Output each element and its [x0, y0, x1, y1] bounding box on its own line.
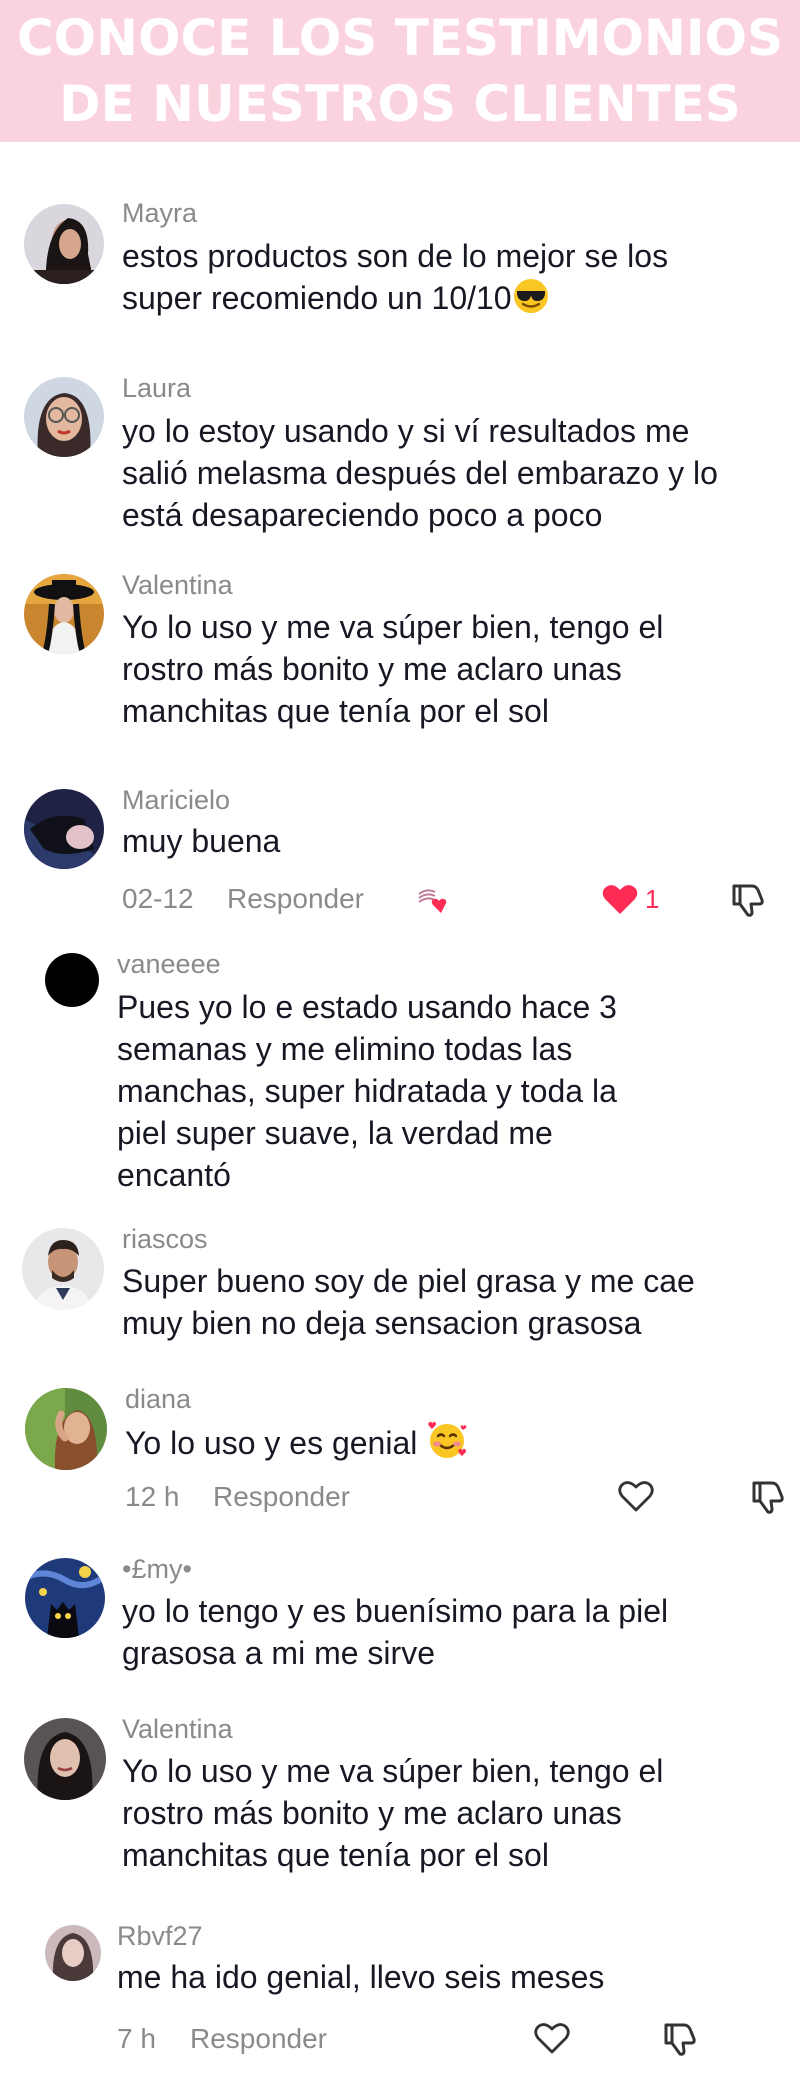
comment-text: muy buena [122, 820, 280, 862]
comment-line: manchas, super hidratada y toda la [117, 1073, 617, 1109]
comment-author[interactable]: Valentina [122, 1714, 233, 1745]
comment-line: manchitas que tenía por el sol [122, 693, 549, 729]
header-banner: CONOCE LOS TESTIMONIOS DE NUESTROS CLIEN… [0, 0, 800, 142]
comment-line: muy buena [122, 823, 281, 859]
comment-author[interactable]: Laura [122, 373, 191, 404]
comment-line: yo lo estoy usando y si ví resultados me [122, 413, 690, 449]
banner-title-line-1: CONOCE LOS TESTIMONIOS [16, 9, 783, 67]
avatar[interactable] [24, 204, 104, 284]
comment-time: 7 h [117, 2023, 156, 2054]
avatar[interactable] [24, 574, 104, 654]
comment-line: rostro más bonito y me aclaro unas [122, 651, 622, 687]
comment-text: me ha ido genial, llevo seis meses [117, 1956, 604, 1998]
reply-button[interactable]: Responder [227, 883, 364, 915]
dislike-icon[interactable] [750, 1479, 786, 1515]
comment-time: 02-12 [122, 883, 194, 914]
avatar[interactable] [45, 1925, 101, 1981]
banner-title-line-2: DE NUESTROS CLIENTES [59, 75, 741, 133]
comment-author[interactable]: vaneeee [117, 949, 221, 980]
avatar[interactable] [24, 377, 104, 457]
comment-author[interactable]: Mayra [122, 198, 197, 229]
comment-line: yo lo tengo y es buenísimo para la piel [122, 1593, 669, 1629]
comment-text: yo lo tengo y es buenísimo para la piel … [122, 1590, 668, 1674]
comment-line: Yo lo uso y me va súper bien, tengo el [122, 609, 664, 645]
comment-text: Yo lo uso y me va súper bien, tengo el r… [122, 606, 663, 732]
comment-line: Super bueno soy de piel grasa y me cae [122, 1263, 695, 1299]
testimonials-page: CONOCE LOS TESTIMONIOS DE NUESTROS CLIEN… [0, 0, 800, 2099]
comment-text: Yo lo uso y me va súper bien, tengo el r… [122, 1750, 663, 1876]
reply-button[interactable]: Responder [190, 2023, 327, 2055]
comment-author[interactable]: Valentina [122, 570, 233, 601]
comment-line: está desapareciendo poco a poco [122, 497, 603, 533]
comment-author[interactable]: •£my• [122, 1554, 192, 1585]
comment-author[interactable]: diana [125, 1384, 191, 1415]
avatar[interactable] [25, 1558, 105, 1638]
dislike-icon[interactable] [662, 2021, 698, 2057]
avatar[interactable] [24, 789, 104, 869]
comment-text: Super bueno soy de piel grasa y me cae m… [122, 1260, 695, 1344]
comment-author[interactable]: riascos [122, 1224, 208, 1255]
comment-text: estos productos son de lo mejor se los s… [122, 235, 668, 325]
like-heart-outline-icon[interactable] [533, 2021, 571, 2055]
comment-line: estos productos son de lo mejor se los [122, 238, 669, 274]
avatar[interactable] [24, 1718, 106, 1800]
like-count: 1 [645, 884, 660, 914]
comment-line: Yo lo uso y me va súper bien, tengo el [122, 1753, 664, 1789]
comment-line: salió melasma después del embarazo y lo [122, 455, 718, 491]
comment-text: Pues yo lo e estado usando hace 3 semana… [117, 986, 617, 1196]
comment-line: me ha ido genial, llevo seis meses [117, 1959, 605, 1995]
comment-line: semanas y me elimino todas las [117, 1031, 573, 1067]
comment-line: rostro más bonito y me aclaro unas [122, 1795, 622, 1831]
like-heart-filled-icon[interactable] [601, 882, 639, 916]
comment-text: yo lo estoy usando y si ví resultados me… [122, 410, 718, 536]
comment-author[interactable]: Rbvf27 [117, 1921, 203, 1952]
comment-text: Yo lo uso y es genial [125, 1420, 468, 1470]
comment-line: manchitas que tenía por el sol [122, 1837, 549, 1873]
comment-author[interactable]: Maricielo [122, 785, 230, 816]
smiling-face-with-hearts-emoji [426, 1420, 468, 1470]
comment-line-text: Yo lo uso y es genial [125, 1425, 418, 1461]
avatar[interactable] [25, 1388, 107, 1470]
creator-liked-sticker-icon [417, 886, 453, 916]
sunglasses-face-emoji [512, 277, 550, 325]
like-heart-outline-icon[interactable] [617, 1479, 655, 1513]
comment-line: muy bien no deja sensacion grasosa [122, 1305, 642, 1341]
comment-line-text: super recomiendo un 10/10 [122, 280, 512, 316]
avatar[interactable] [22, 1228, 104, 1310]
comment-line: super recomiendo un 10/10 [122, 277, 668, 325]
comment-line: Pues yo lo e estado usando hace 3 [117, 989, 617, 1025]
comment-line: encantó [117, 1157, 231, 1193]
comment-line: grasosa a mi me sirve [122, 1635, 435, 1671]
comment-time: 12 h [125, 1481, 180, 1512]
comment-line: piel super suave, la verdad me [117, 1115, 553, 1151]
reply-button[interactable]: Responder [213, 1481, 350, 1513]
comment-line: Yo lo uso y es genial [125, 1420, 468, 1470]
dislike-icon[interactable] [730, 882, 766, 918]
avatar[interactable] [45, 953, 99, 1007]
